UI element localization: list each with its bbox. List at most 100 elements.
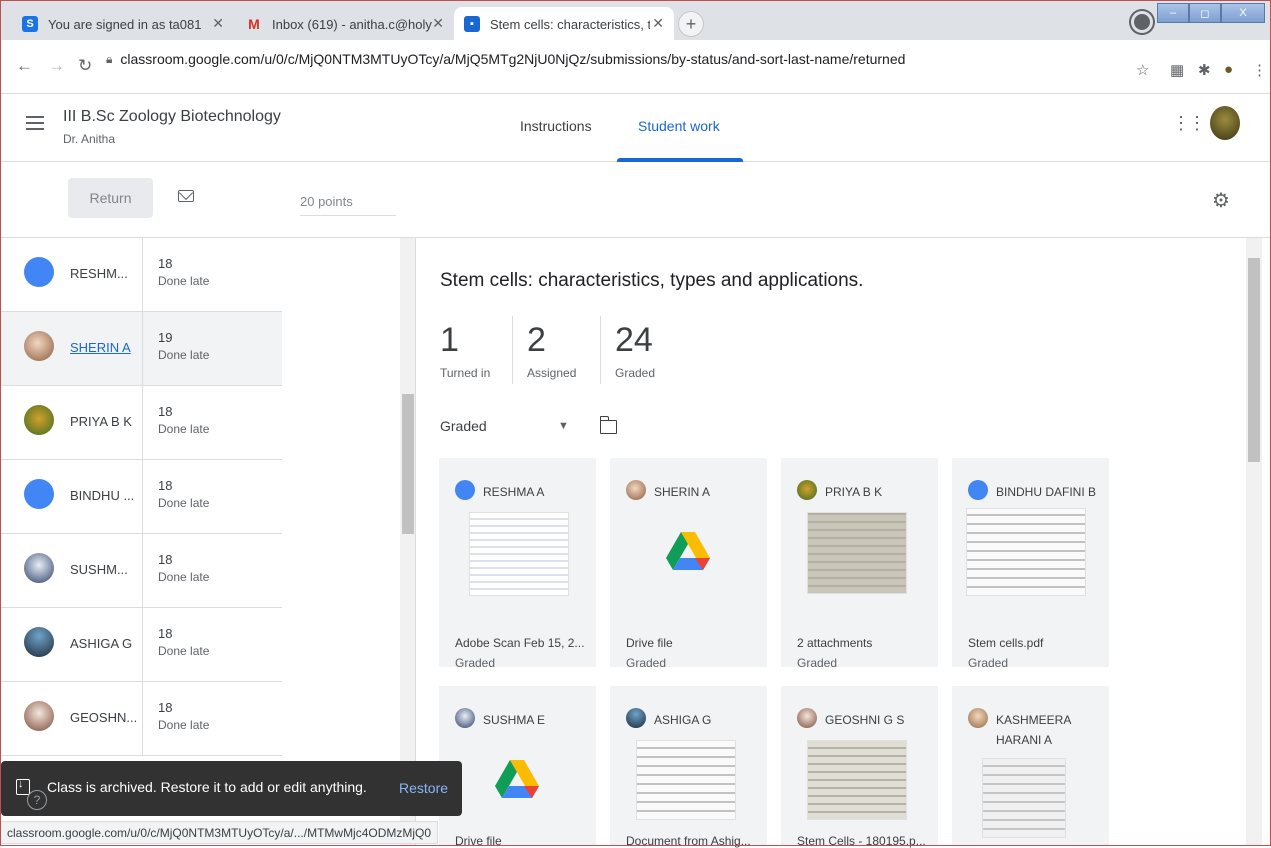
status-filter-select[interactable]: Graded: [440, 418, 487, 434]
submission-card[interactable]: SUSHMA E Drive file: [439, 686, 596, 848]
stat-value: 24: [615, 321, 653, 359]
stat-label: Turned in: [440, 366, 491, 380]
card-status: Graded: [968, 656, 1009, 670]
return-button[interactable]: Return: [68, 178, 153, 218]
student-grade[interactable]: 18: [158, 626, 172, 641]
back-icon[interactable]: ←: [16, 56, 33, 76]
attachment-thumbnail[interactable]: [966, 508, 1086, 596]
student-list-scrollbar[interactable]: [400, 238, 416, 846]
card-file-name[interactable]: Stem cells.pdf: [968, 636, 1098, 650]
student-grade[interactable]: 18: [158, 552, 172, 567]
student-name[interactable]: GEOSHN...: [70, 710, 140, 725]
student-list: RESHM... 18 Done late SHERIN A 19 Done l…: [0, 238, 282, 846]
student-row[interactable]: GEOSHN... 18 Done late: [0, 682, 282, 756]
classroom-favicon-icon: ▪: [464, 16, 480, 32]
close-icon[interactable]: ✕: [212, 15, 224, 32]
student-row[interactable]: PRIYA B K 18 Done late: [0, 386, 282, 460]
avatar: [797, 708, 817, 728]
student-row[interactable]: SUSHM... 18 Done late: [0, 534, 282, 608]
student-grade[interactable]: 18: [158, 256, 172, 271]
student-name[interactable]: PRIYA B K: [70, 414, 140, 429]
avatar: [24, 701, 54, 731]
browser-tab[interactable]: S You are signed in as ta081 ✕: [12, 7, 234, 41]
account-avatar[interactable]: [1210, 106, 1240, 140]
url-text: classroom.google.com/u/0/c/MjQ0NTM3MTUyO…: [120, 51, 906, 67]
student-row[interactable]: ASHIGA G 18 Done late: [0, 608, 282, 682]
stat-assigned[interactable]: 2 Assigned: [527, 322, 576, 380]
stat-turned-in[interactable]: 1 Turned in: [440, 322, 490, 380]
student-grade[interactable]: 18: [158, 700, 172, 715]
menu-icon[interactable]: [26, 116, 44, 130]
close-icon[interactable]: ✕: [652, 15, 664, 32]
submission-card[interactable]: BINDHU DAFINI B Stem cells.pdf Graded: [952, 458, 1109, 670]
stat-graded[interactable]: 24 Graded: [615, 322, 655, 380]
close-window-button[interactable]: X: [1221, 3, 1265, 23]
attachment-thumbnail[interactable]: [469, 512, 569, 596]
folder-icon[interactable]: [599, 416, 617, 434]
scrollbar-thumb[interactable]: [402, 394, 414, 534]
minimize-button[interactable]: –: [1157, 3, 1189, 23]
student-row[interactable]: SHERIN A 19 Done late: [0, 312, 282, 386]
attachment-thumbnail[interactable]: [636, 740, 736, 820]
student-grade[interactable]: 18: [158, 478, 172, 493]
drive-icon[interactable]: [495, 758, 539, 798]
profile-icon[interactable]: [1131, 11, 1153, 33]
chevron-down-icon[interactable]: ▼: [558, 420, 569, 432]
avatar: [626, 480, 646, 500]
scrollbar-thumb[interactable]: [1248, 258, 1260, 462]
new-tab-button[interactable]: +: [678, 11, 704, 37]
browser-tab-strip: S You are signed in as ta081 ✕ M Inbox (…: [0, 0, 1271, 41]
mail-icon[interactable]: [178, 190, 194, 202]
attachment-thumbnail[interactable]: [982, 758, 1066, 838]
help-icon[interactable]: ?: [27, 790, 47, 810]
submission-card[interactable]: ASHIGA G Document from Ashig...: [610, 686, 767, 848]
submission-card[interactable]: GEOSHNI G S Stem Cells - 180195.p...: [781, 686, 938, 848]
card-student-name: PRIYA B K: [825, 485, 883, 499]
submission-card[interactable]: SHERIN A Drive file Graded: [610, 458, 767, 670]
points-field[interactable]: 20 points: [300, 194, 396, 216]
tab-instructions[interactable]: Instructions: [520, 118, 592, 134]
card-student-name: GEOSHNI G S: [825, 713, 905, 727]
attachment-thumbnail[interactable]: [807, 512, 907, 594]
reload-icon[interactable]: ↻: [78, 56, 92, 76]
submission-card[interactable]: KASHMEERA HARANI A: [952, 686, 1109, 846]
close-icon[interactable]: ✕: [432, 15, 444, 32]
student-status: Done late: [158, 644, 210, 658]
student-grade[interactable]: 18: [158, 404, 172, 419]
submission-card[interactable]: PRIYA B K 2 attachments Graded: [781, 458, 938, 670]
avatar-extension-icon[interactable]: ●: [1224, 61, 1233, 78]
kebab-menu-icon[interactable]: ⋮: [1252, 61, 1267, 79]
assignment-title: Stem cells: characteristics, types and a…: [440, 270, 864, 291]
settings-icon[interactable]: ⚙: [1212, 188, 1230, 213]
card-file-name[interactable]: 2 attachments: [797, 636, 927, 650]
avatar: [24, 479, 54, 509]
class-name[interactable]: III B.Sc Zoology Biotechnology: [63, 108, 281, 126]
student-name[interactable]: SUSHM...: [70, 562, 140, 577]
browser-tab[interactable]: M Inbox (619) - anitha.c@holycross ✕: [236, 7, 454, 41]
forward-icon[interactable]: →: [48, 56, 65, 76]
browser-tab-active[interactable]: ▪ Stem cells: characteristics, types ✕: [454, 7, 674, 41]
card-student-name: BINDHU DAFINI B: [996, 485, 1097, 499]
archived-snackbar: Class is archived. Restore it to add or …: [1, 761, 462, 816]
submission-card[interactable]: RESHMA A Adobe Scan Feb 15, 2... Graded: [439, 458, 596, 670]
tab-student-work[interactable]: Student work: [638, 118, 720, 134]
grid-extension-icon[interactable]: ▦: [1170, 61, 1184, 79]
student-name[interactable]: BINDHU ...: [70, 488, 140, 503]
card-file-name[interactable]: Adobe Scan Feb 15, 2...: [455, 636, 585, 650]
student-name[interactable]: RESHM...: [70, 266, 140, 281]
drive-icon[interactable]: [666, 530, 710, 570]
extensions-icon[interactable]: ✱: [1198, 61, 1211, 79]
card-status: Graded: [455, 656, 496, 670]
attachment-thumbnail[interactable]: [807, 740, 907, 820]
card-file-name[interactable]: Drive file: [626, 636, 756, 650]
restore-button[interactable]: Restore: [399, 780, 448, 796]
student-name[interactable]: SHERIN A: [70, 340, 140, 355]
student-status: Done late: [158, 348, 210, 362]
student-row[interactable]: BINDHU ... 18 Done late: [0, 460, 282, 534]
star-icon[interactable]: ☆: [1136, 61, 1149, 79]
student-grade[interactable]: 19: [158, 330, 172, 345]
student-name[interactable]: ASHIGA G: [70, 636, 140, 651]
student-row[interactable]: RESHM... 18 Done late: [0, 238, 282, 312]
address-bar[interactable]: 🔒︎ classroom.google.com/u/0/c/MjQ0NTM3MT…: [106, 45, 1130, 73]
maximize-button[interactable]: ◻: [1189, 3, 1221, 23]
